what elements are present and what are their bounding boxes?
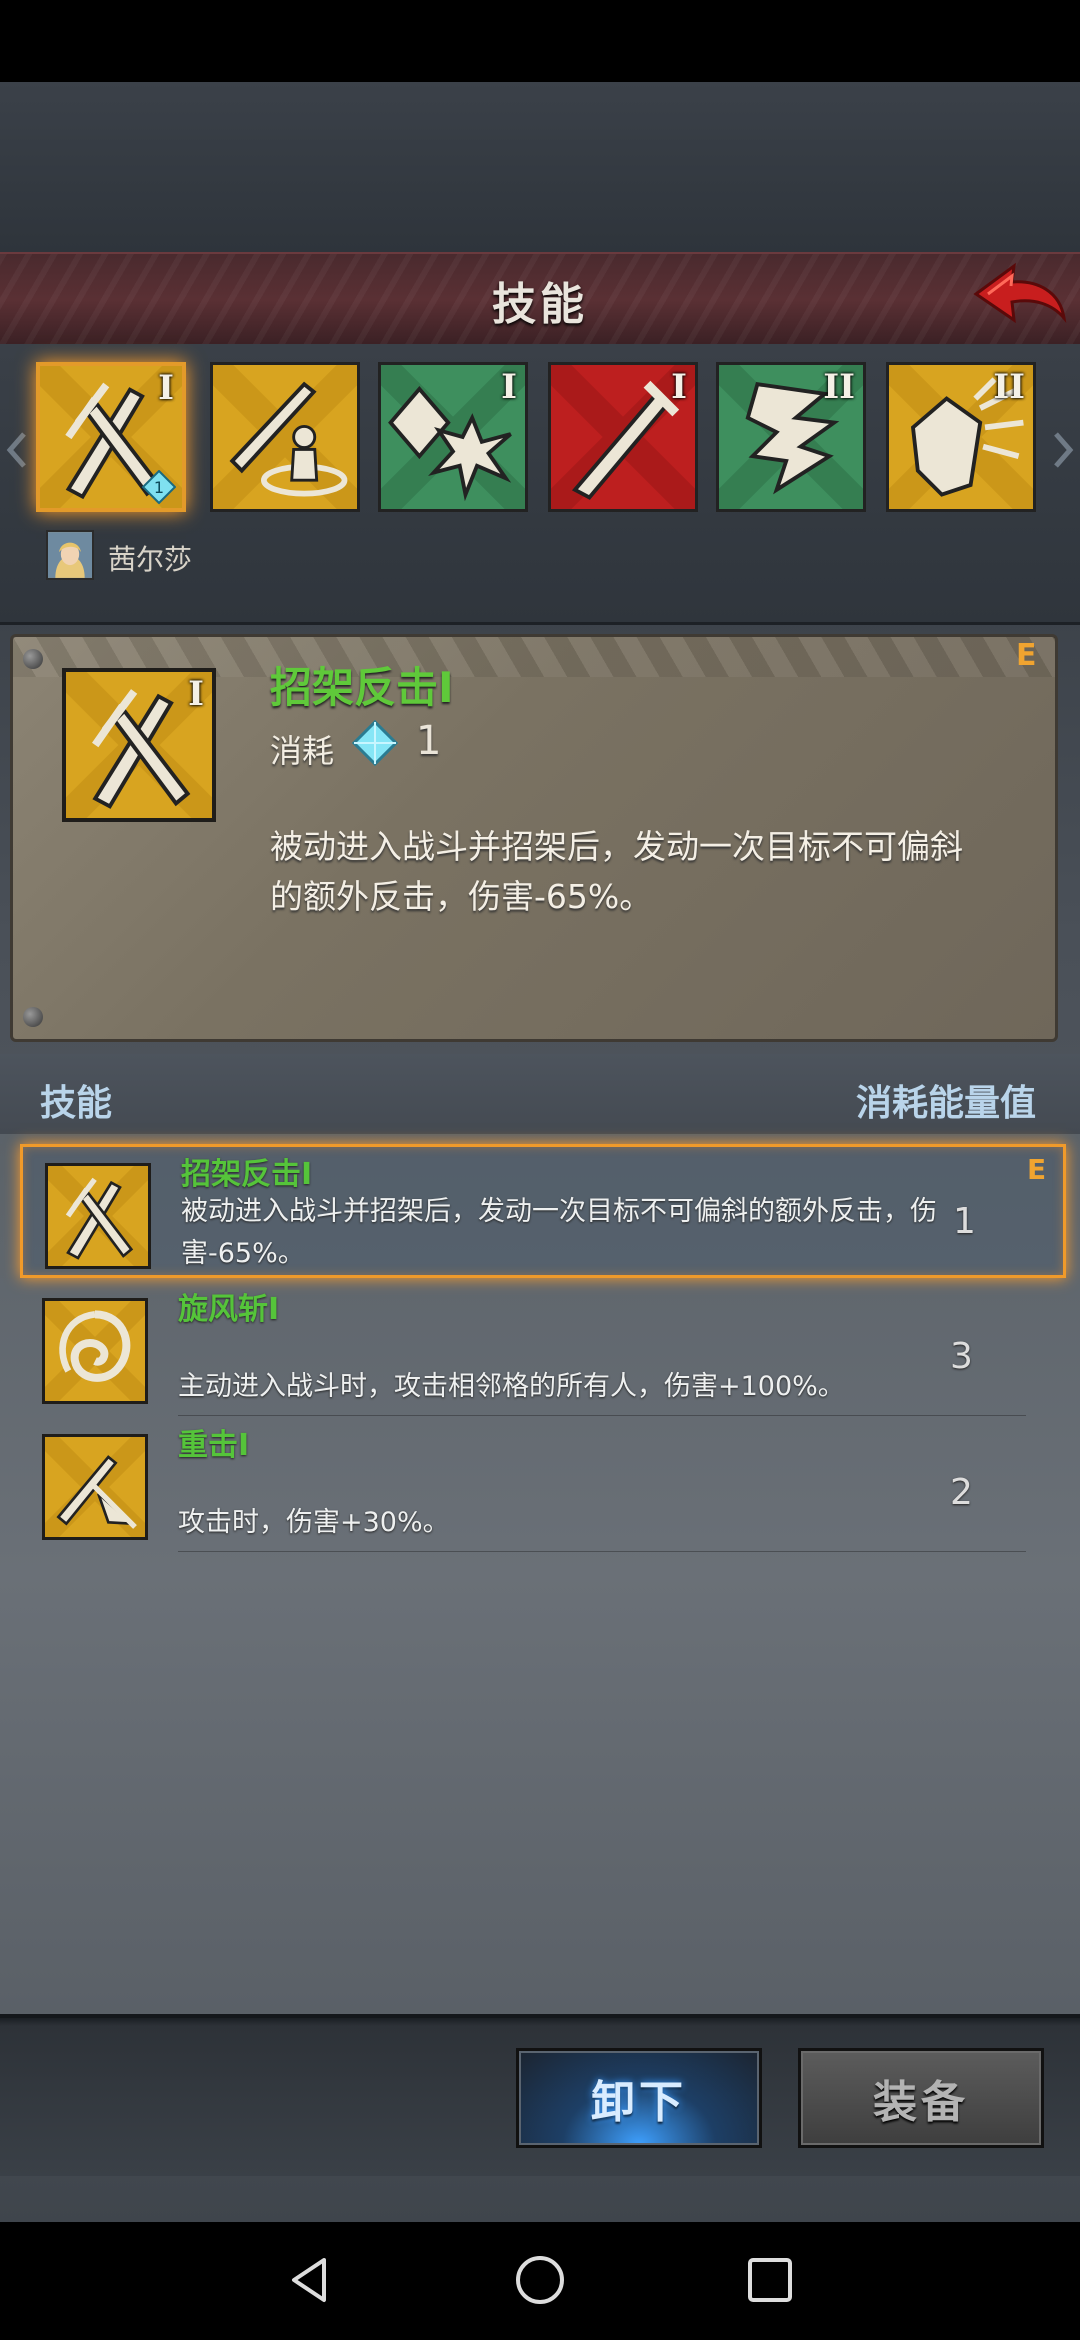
character-name: 茜尔莎 bbox=[108, 543, 193, 576]
skill-tab-parry-counter[interactable]: I 1 bbox=[36, 362, 186, 512]
skill-row-name: 招架反击I bbox=[181, 1157, 313, 1192]
scroll-right-icon[interactable] bbox=[1052, 430, 1074, 470]
list-header-skill: 技能 bbox=[40, 1083, 113, 1124]
skill-row-desc: 主动进入战斗时，攻击相邻格的所有人，伤害+100%。 bbox=[178, 1371, 845, 1402]
skill-row-cost: 2 bbox=[950, 1472, 973, 1513]
detail-description: 被动进入战斗并招架后，发动一次目标不可偏斜的额外反击，伤害-65%。 bbox=[270, 827, 963, 916]
detail-skill-icon: I bbox=[62, 668, 216, 822]
parry-counter-icon bbox=[45, 1163, 151, 1269]
skill-row-parry-counter[interactable]: 招架反击I 被动进入战斗并招架后，发动一次目标不可偏斜的额外反击，伤害-65%。… bbox=[20, 1144, 1066, 1278]
whirlwind-icon bbox=[42, 1298, 148, 1404]
rivet-icon bbox=[23, 1007, 43, 1027]
tab-roman-numeral: II bbox=[993, 367, 1025, 407]
skill-row-grade: E bbox=[1027, 1153, 1047, 1186]
rivet-icon bbox=[23, 649, 43, 669]
nav-back-icon[interactable] bbox=[280, 2250, 340, 2310]
skill-row-name: 旋风斩I bbox=[178, 1292, 280, 1327]
skill-row-heavy-strike[interactable]: 重击I 攻击时，伤害+30%。 2 bbox=[20, 1418, 1066, 1552]
skill-tab-shatter[interactable]: I bbox=[378, 362, 528, 512]
sword-circle-icon bbox=[213, 365, 357, 509]
detail-grade-badge: E bbox=[1016, 638, 1037, 673]
skill-tab-whirl[interactable] bbox=[210, 362, 360, 512]
equip-button[interactable]: 装备 bbox=[798, 2048, 1044, 2148]
scroll-left-icon[interactable] bbox=[6, 430, 28, 470]
detail-roman-numeral: I bbox=[188, 674, 204, 714]
skill-tab-claw[interactable]: II bbox=[716, 362, 866, 512]
nav-home-icon[interactable] bbox=[510, 2250, 570, 2310]
energy-gem-icon bbox=[351, 719, 399, 767]
unequip-button[interactable]: 卸下 bbox=[516, 2048, 762, 2148]
skill-tab-sword-strike[interactable]: I bbox=[548, 362, 698, 512]
detail-cost-value: 1 bbox=[416, 718, 442, 764]
detail-cost-label: 消耗 bbox=[270, 732, 335, 770]
nav-recent-icon[interactable] bbox=[740, 2250, 800, 2310]
svg-text:1: 1 bbox=[154, 478, 164, 497]
skill-row-whirlwind[interactable]: 旋风斩I 主动进入战斗时，攻击相邻格的所有人，伤害+100%。 3 bbox=[20, 1282, 1066, 1416]
skill-row-cost: 3 bbox=[950, 1336, 973, 1377]
back-arrow-icon[interactable] bbox=[968, 256, 1068, 336]
list-header-cost: 消耗能量值 bbox=[855, 1083, 1036, 1124]
skill-row-desc: 攻击时，伤害+30%。 bbox=[178, 1507, 450, 1538]
skill-row-name: 重击I bbox=[178, 1428, 250, 1463]
avatar bbox=[46, 530, 94, 580]
skill-row-cost: 1 bbox=[953, 1201, 976, 1242]
tab-roman-numeral: II bbox=[823, 367, 855, 407]
status-bar bbox=[0, 0, 1080, 82]
tab-roman-numeral: I bbox=[501, 367, 517, 407]
gem-badge-icon: 1 bbox=[142, 470, 176, 504]
skill-row-desc: 被动进入战斗并招架后，发动一次目标不可偏斜的额外反击，伤害-65%。 bbox=[181, 1196, 937, 1269]
row-divider bbox=[178, 1415, 1026, 1416]
heavy-strike-icon bbox=[42, 1434, 148, 1540]
detail-skill-name: 招架反击I bbox=[270, 663, 454, 712]
tab-roman-numeral: I bbox=[158, 368, 174, 408]
row-divider bbox=[178, 1551, 1026, 1552]
skill-tab-shield-burst[interactable]: II bbox=[886, 362, 1036, 512]
page-title: 技能 bbox=[492, 279, 588, 330]
tab-roman-numeral: I bbox=[671, 367, 687, 407]
